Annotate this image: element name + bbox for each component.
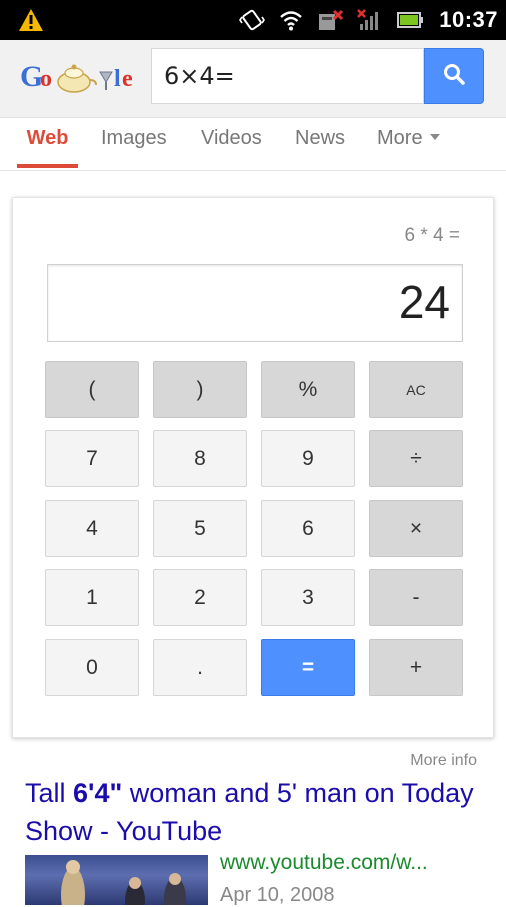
- search-input[interactable]: [151, 48, 424, 104]
- key-8[interactable]: 8: [153, 430, 247, 487]
- key-all-clear[interactable]: AC: [369, 361, 463, 418]
- key-2[interactable]: 2: [153, 569, 247, 626]
- key-divide[interactable]: ÷: [369, 430, 463, 487]
- tab-more[interactable]: More: [377, 118, 440, 168]
- key-multiply[interactable]: ×: [369, 500, 463, 557]
- vibrate-icon: [238, 0, 266, 40]
- calculator-expression: 6 * 4 =: [404, 225, 460, 246]
- tab-web[interactable]: Web: [17, 118, 78, 168]
- no-signal-icon: [355, 0, 385, 40]
- status-bar: 10:37: [0, 0, 506, 40]
- key-close-paren[interactable]: ): [153, 361, 247, 418]
- key-open-paren[interactable]: (: [45, 361, 139, 418]
- key-decimal[interactable]: .: [153, 639, 247, 696]
- key-equals[interactable]: =: [261, 639, 355, 696]
- google-doodle-logo[interactable]: G o l e: [20, 56, 142, 98]
- result-title-link[interactable]: Tall 6'4" woman and 5' man on Today Show…: [25, 774, 475, 850]
- tab-images[interactable]: Images: [101, 118, 167, 168]
- svg-text:l: l: [114, 66, 121, 92]
- search-button[interactable]: [424, 48, 484, 104]
- key-add[interactable]: +: [369, 639, 463, 696]
- key-5[interactable]: 5: [153, 500, 247, 557]
- battery-icon: [396, 0, 426, 40]
- calculator-display: 24: [47, 264, 463, 342]
- result-date: Apr 10, 2008: [220, 884, 335, 906]
- data-off-icon: [316, 0, 346, 40]
- key-1[interactable]: 1: [45, 569, 139, 626]
- result-url: www.youtube.com/w...: [220, 851, 428, 874]
- svg-text:e: e: [122, 66, 133, 92]
- key-6[interactable]: 6: [261, 500, 355, 557]
- key-percent[interactable]: %: [261, 361, 355, 418]
- more-info-link[interactable]: More info: [410, 752, 477, 770]
- search-header: G o l e: [0, 40, 506, 118]
- search-tabs: Web Images Videos News More: [0, 118, 506, 171]
- warning-icon: [17, 0, 45, 40]
- key-3[interactable]: 3: [261, 569, 355, 626]
- calculator-card: 6 * 4 = 24 ( ) % AC 7 8 9 ÷ 4 5 6 × 1 2 …: [12, 197, 494, 738]
- clock: 10:37: [439, 7, 498, 32]
- tab-news[interactable]: News: [295, 118, 345, 168]
- key-subtract[interactable]: -: [369, 569, 463, 626]
- key-9[interactable]: 9: [261, 430, 355, 487]
- svg-text:o: o: [40, 66, 52, 92]
- key-0[interactable]: 0: [45, 639, 139, 696]
- search-icon: [442, 62, 466, 91]
- wifi-icon: [277, 0, 305, 40]
- tab-videos[interactable]: Videos: [201, 118, 262, 168]
- key-4[interactable]: 4: [45, 500, 139, 557]
- key-7[interactable]: 7: [45, 430, 139, 487]
- video-thumbnail[interactable]: [25, 855, 208, 905]
- chevron-down-icon: [429, 133, 440, 140]
